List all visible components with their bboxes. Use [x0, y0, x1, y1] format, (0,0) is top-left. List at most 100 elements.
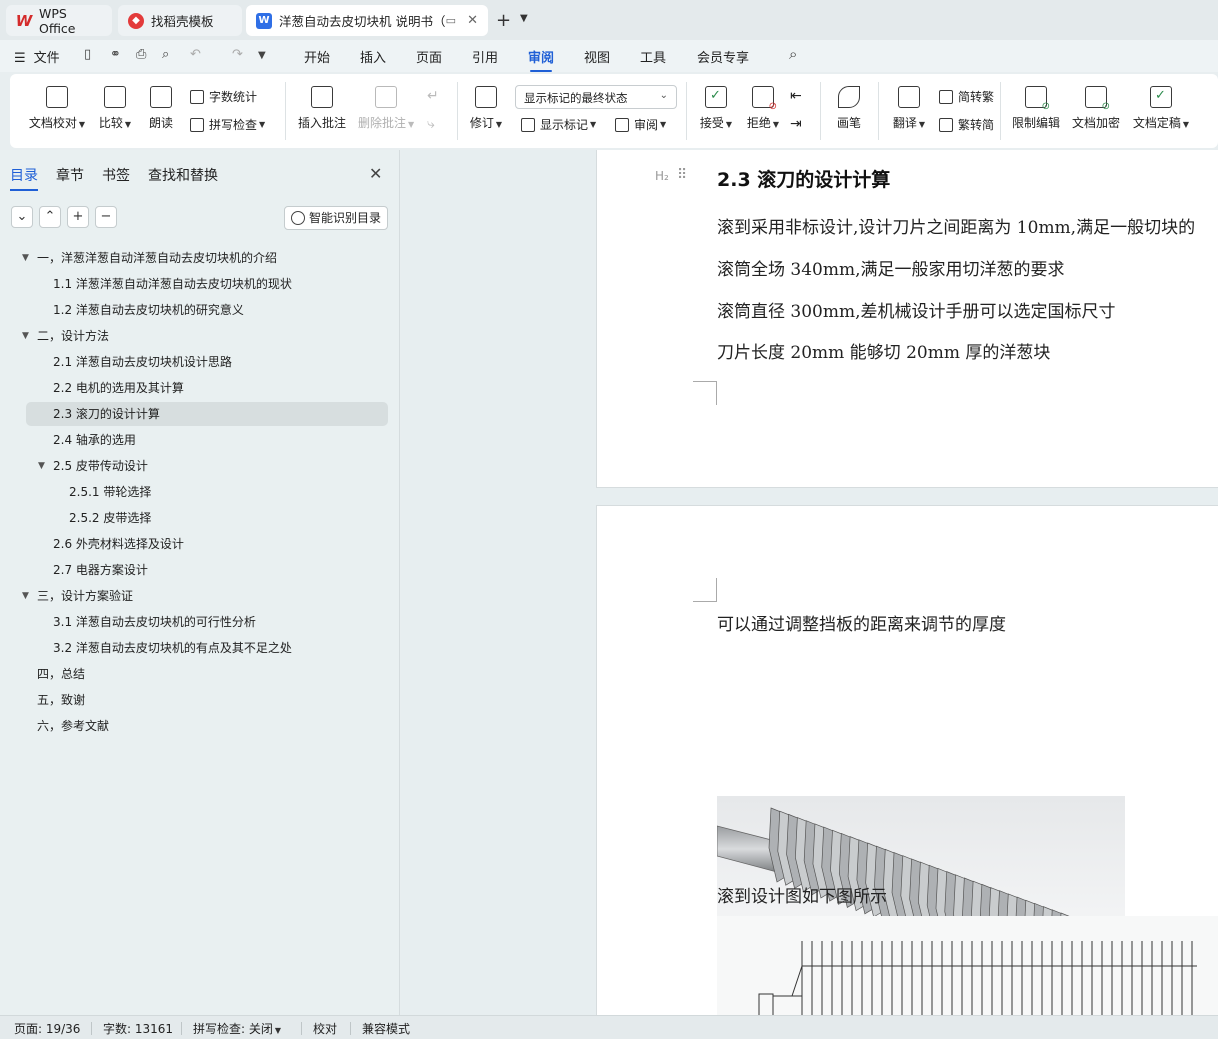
add-tab-icon[interactable]: + [496, 10, 511, 31]
toc-item[interactable]: 1.1 洋葱洋葱自动洋葱自动去皮切块机的现状 [0, 272, 390, 296]
show-markup-icon [521, 117, 535, 132]
menu-review[interactable]: 审阅 [528, 47, 554, 72]
prev-comment-icon[interactable]: ↵ [427, 88, 439, 104]
toc-item[interactable]: 2.6 外壳材料选择及设计 [0, 532, 390, 556]
compat-mode-indicator: 兼容模式 [362, 1022, 411, 1036]
redo-icon[interactable]: ↷ [232, 47, 243, 62]
menu-view[interactable]: 视图 [584, 47, 610, 66]
preview-icon[interactable]: ⌕ [162, 47, 169, 62]
next-change-icon[interactable]: ⇥ [790, 116, 802, 132]
remove-heading-button[interactable]: − [95, 206, 117, 228]
proof-indicator[interactable]: 校对 [313, 1020, 337, 1037]
toc-item[interactable]: ▼ 三，设计方案验证 [0, 584, 390, 608]
toc-item[interactable]: 2.2 电机的选用及其计算 [0, 376, 390, 400]
track-changes-button[interactable]: 修订 ▼ [468, 86, 504, 131]
menu-page[interactable]: 页面 [416, 47, 442, 66]
menu-tools[interactable]: 工具 [640, 47, 666, 66]
word-count-indicator[interactable]: 字数: 13161 [103, 1020, 173, 1037]
prev-change-icon[interactable]: ⇤ [790, 88, 802, 104]
restrict-edit-button[interactable]: 限制编辑 [1010, 86, 1062, 131]
more-icon[interactable]: ▼ [258, 50, 266, 61]
nav-tab-find-replace[interactable]: 查找和替换 [148, 165, 218, 185]
toc-item[interactable]: ▼ 二，设计方法 [0, 324, 390, 348]
toc-item[interactable]: 1.2 洋葱自动去皮切块机的研究意义 [0, 298, 390, 322]
add-heading-button[interactable]: + [67, 206, 89, 228]
search-icon[interactable]: ⌕ [789, 45, 797, 63]
toc-item[interactable]: 六，参考文献 [0, 714, 390, 738]
toc-item[interactable]: 2.4 轴承的选用 [0, 428, 390, 452]
menu-insert[interactable]: 插入 [360, 47, 386, 66]
spell-check-button[interactable]: 拼写检查 ▼ [190, 116, 265, 133]
translate-button[interactable]: 翻译 ▼ [890, 86, 928, 131]
save-icon[interactable]: ▯ [84, 47, 91, 62]
compare-icon [104, 86, 126, 108]
nav-tab-toc[interactable]: 目录 [10, 165, 38, 191]
pen-button[interactable]: 画笔 [834, 86, 864, 131]
roller-design-drawing[interactable] [717, 916, 1218, 1015]
page-indicator[interactable]: 页面: 19/36 [14, 1020, 80, 1037]
expand-triangle-icon[interactable]: ▼ [22, 324, 29, 348]
drag-handle-icon[interactable]: ⠿ [677, 167, 687, 183]
doc-proof-button[interactable]: 文档校对 ▼ [28, 86, 86, 131]
expand-triangle-icon[interactable]: ▼ [22, 584, 29, 608]
body-line: 滚筒直径 300mm,差机械设计手册可以选定国标尺寸 [717, 302, 1116, 322]
expand-level-button[interactable]: ⌃ [39, 206, 61, 228]
menu-membership[interactable]: 会员专享 [697, 47, 749, 66]
finalize-button[interactable]: 文档定稿▼ [1130, 86, 1192, 131]
smart-toc-button[interactable]: 智能识别目录 [284, 206, 388, 230]
to-traditional-button[interactable]: 简转繁 [939, 88, 994, 105]
toc-item[interactable]: 五，致谢 [0, 688, 390, 712]
menu-home[interactable]: 开始 [304, 47, 330, 66]
toc-item[interactable]: 2.1 洋葱自动去皮切块机设计思路 [0, 350, 390, 374]
screen-icon[interactable]: ▭ [446, 14, 456, 27]
toc-item[interactable]: 2.5.2 皮带选择 [0, 506, 390, 530]
show-markup-button[interactable]: 显示标记 ▼ [521, 116, 596, 133]
encrypt-button[interactable]: 文档加密 [1070, 86, 1122, 131]
to-simplified-button[interactable]: 繁转简 [939, 116, 994, 133]
markup-state-select[interactable]: 显示标记的最终状态 ⌄ [515, 85, 677, 109]
menu-references[interactable]: 引用 [472, 47, 498, 66]
reject-button[interactable]: 拒绝▼ [745, 86, 781, 131]
wps-logo-icon: W [15, 11, 33, 30]
tab-document[interactable]: W 洋葱自动去皮切块机 说明书（ ▭ ✕ [246, 5, 488, 36]
undo-icon[interactable]: ↶ [190, 47, 201, 62]
toc-item[interactable]: 2.3 滚刀的设计计算 [26, 402, 388, 426]
toc-item[interactable]: 四，总结 [0, 662, 390, 686]
compare-button[interactable]: 比较 ▼ [96, 86, 134, 131]
link-icon[interactable]: ⚭ [110, 47, 121, 62]
nav-tab-bookmarks[interactable]: 书签 [102, 165, 130, 185]
toc-item[interactable]: ▼ 一，洋葱洋葱自动洋葱自动去皮切块机的介绍 [0, 246, 390, 270]
chevron-down-icon[interactable]: ▼ [520, 13, 528, 24]
tab-wps-office[interactable]: W WPS Office [6, 5, 112, 36]
body-line: 滚筒全场 340mm,满足一般家用切洋葱的要求 [717, 260, 1065, 280]
print-icon[interactable]: ⎙ [136, 47, 146, 62]
body-line: 可以通过调整挡板的距离来调节的厚度 [717, 615, 1006, 635]
tab-template[interactable]: ◆ 找稻壳模板 [118, 5, 242, 36]
status-bar: 页面: 19/36 字数: 13161 拼写检查: 关闭 ▼ 校对 兼容模式 [0, 1015, 1218, 1039]
close-icon[interactable]: ✕ [369, 164, 382, 183]
document-canvas[interactable]: H₂ ⠿ 2.3 滚刀的设计计算 滚到采用非标设计,设计刀片之间距离为 10mm… [401, 150, 1218, 1015]
toc-item[interactable]: ▼ 2.5 皮带传动设计 [0, 454, 390, 478]
expand-triangle-icon[interactable]: ▼ [22, 246, 29, 270]
word-count-icon [190, 89, 204, 104]
nav-tab-chapters[interactable]: 章节 [56, 165, 84, 185]
expand-triangle-icon[interactable]: ▼ [38, 454, 45, 478]
traditional-icon [939, 89, 953, 104]
delete-comment-button[interactable]: 删除批注 ▼ [358, 86, 414, 131]
review-pane-button[interactable]: 审阅 ▼ [615, 116, 666, 133]
read-aloud-button[interactable]: 朗读 [146, 86, 176, 131]
insert-comment-icon [311, 86, 333, 108]
menu-file[interactable]: ☰ 文件 [14, 47, 60, 66]
word-count-button[interactable]: 字数统计 [190, 88, 257, 105]
collapse-level-button[interactable]: ⌄ [11, 206, 33, 228]
toc-item[interactable]: 3.2 洋葱自动去皮切块机的有点及其不足之处 [0, 636, 390, 660]
spell-check-indicator[interactable]: 拼写检查: 关闭 ▼ [193, 1020, 281, 1037]
close-icon[interactable]: ✕ [467, 13, 478, 28]
toc-item[interactable]: 3.1 洋葱自动去皮切块机的可行性分析 [0, 610, 390, 634]
accept-button[interactable]: 接受▼ [698, 86, 734, 131]
toc-item[interactable]: 2.7 电器方案设计 [0, 558, 390, 582]
toc-item[interactable]: 2.5.1 带轮选择 [0, 480, 390, 504]
insert-comment-button[interactable]: 插入批注 [297, 86, 347, 131]
next-comment-icon[interactable]: ⤷ [427, 116, 435, 132]
divider [91, 1022, 92, 1035]
